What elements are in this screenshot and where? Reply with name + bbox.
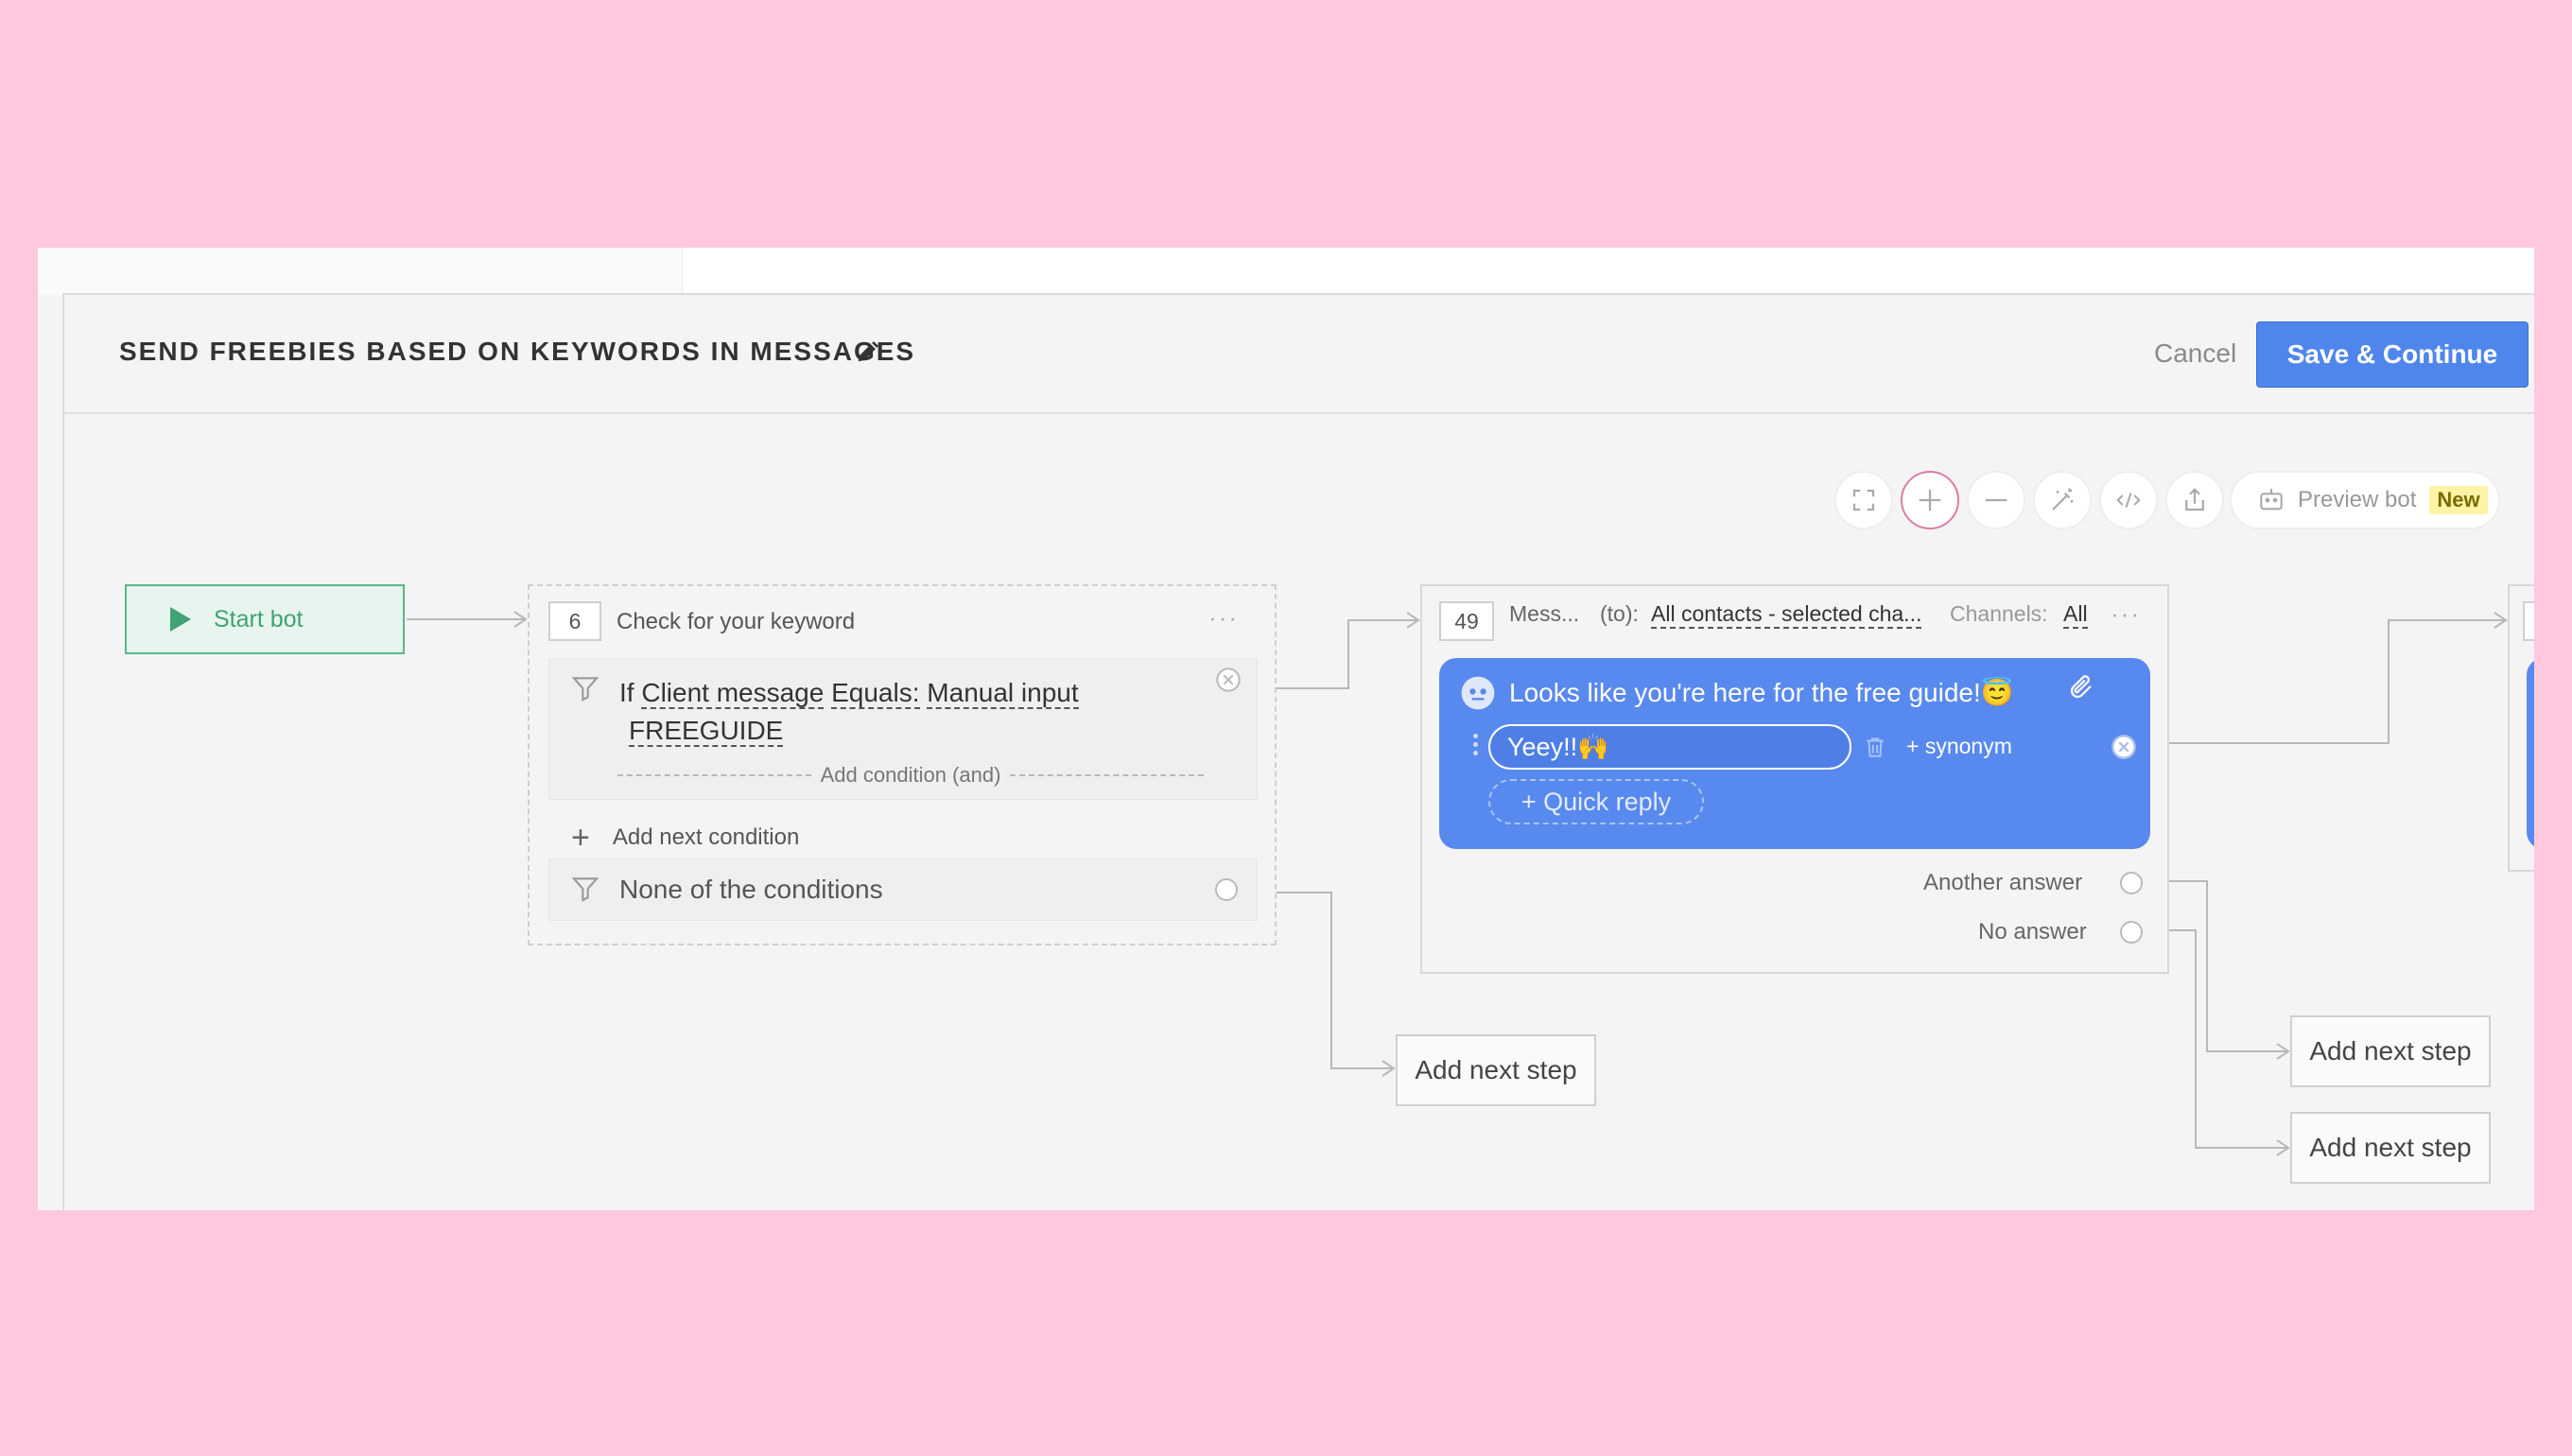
another-answer-port[interactable] xyxy=(2120,872,2143,894)
add-next-step-button[interactable]: Add next step xyxy=(1396,1034,1596,1106)
add-quick-reply-button[interactable]: + Quick reply xyxy=(1488,779,1704,824)
message-bubble[interactable]: Looks like you're here for the free guid… xyxy=(1439,658,2150,849)
remove-reply-icon[interactable] xyxy=(2111,734,2137,760)
message-node-title: Mess... xyxy=(1509,601,1580,626)
play-icon xyxy=(170,607,191,632)
trash-icon[interactable] xyxy=(1863,734,1887,760)
add-next-step-button[interactable]: Add next step xyxy=(2290,1112,2491,1184)
message-node[interactable]: 49 Mess... (to): All contacts - selected… xyxy=(1420,584,2169,974)
start-bot-label: Start bot xyxy=(214,605,304,633)
output-port[interactable] xyxy=(1215,878,1238,901)
another-answer-label: Another answer xyxy=(1923,870,2083,895)
none-of-conditions-row[interactable]: None of the conditions xyxy=(548,858,1258,921)
add-condition-and[interactable]: Add condition (and) xyxy=(617,763,1205,788)
condition-field[interactable]: Client message xyxy=(641,678,825,709)
paperclip-icon[interactable] xyxy=(2067,673,2095,702)
next-node-partial[interactable] xyxy=(2508,584,2534,872)
recipients-label: (to): xyxy=(1600,601,1639,626)
node-menu-icon[interactable]: ··· xyxy=(2111,599,2141,629)
step-number: 49 xyxy=(1439,601,1494,641)
condition-row[interactable]: If Client message Equals: Manual input F… xyxy=(548,658,1258,800)
condition-source[interactable]: Manual input xyxy=(927,678,1079,709)
app-screenshot: SEND FREEBIES BASED ON KEYWORDS IN MESSA… xyxy=(38,248,2534,1210)
add-next-condition-label: Add next condition xyxy=(612,824,800,850)
bot-editor-modal: SEND FREEBIES BASED ON KEYWORDS IN MESSA… xyxy=(62,293,2534,1210)
condition-prefix: If xyxy=(619,678,634,707)
channels-label: Channels: xyxy=(1950,601,2048,626)
no-answer-label: No answer xyxy=(1978,919,2087,945)
filter-icon xyxy=(571,677,600,702)
remove-condition-icon[interactable] xyxy=(1215,667,1242,693)
start-bot-node[interactable]: Start bot xyxy=(125,584,405,654)
message-text[interactable]: Looks like you're here for the free guid… xyxy=(1509,677,2014,708)
filter-icon xyxy=(571,877,600,902)
node-menu-icon[interactable]: ··· xyxy=(1208,603,1239,633)
recipients-value[interactable]: All contacts - selected cha... xyxy=(1651,601,1922,629)
plus-icon: + xyxy=(571,820,590,856)
add-next-step-button[interactable]: Add next step xyxy=(2290,1015,2491,1087)
none-of-conditions-label: None of the conditions xyxy=(619,875,883,904)
step-number: 6 xyxy=(548,601,601,641)
add-synonym-button[interactable]: + synonym xyxy=(1906,734,2012,759)
condition-node-title: Check for your keyword xyxy=(617,609,856,634)
quick-reply-input[interactable]: Yeey!!🙌 xyxy=(1488,724,1851,770)
condition-value[interactable]: FREEGUIDE xyxy=(629,716,784,747)
condition-node[interactable]: 6 Check for your keyword ··· If Client m… xyxy=(528,584,1277,945)
channels-value[interactable]: All xyxy=(2063,601,2088,629)
bot-avatar-icon xyxy=(1461,676,1495,710)
no-answer-port[interactable] xyxy=(2120,921,2143,944)
condition-operator[interactable]: Equals: xyxy=(831,678,920,709)
condition-text: If Client message Equals: Manual input F… xyxy=(619,674,1149,750)
background-page xyxy=(38,248,2534,295)
add-next-condition-button[interactable]: + Add next condition xyxy=(571,820,800,856)
add-condition-and-label: Add condition (and) xyxy=(820,763,1001,787)
drag-handle-icon[interactable] xyxy=(1473,734,1479,760)
